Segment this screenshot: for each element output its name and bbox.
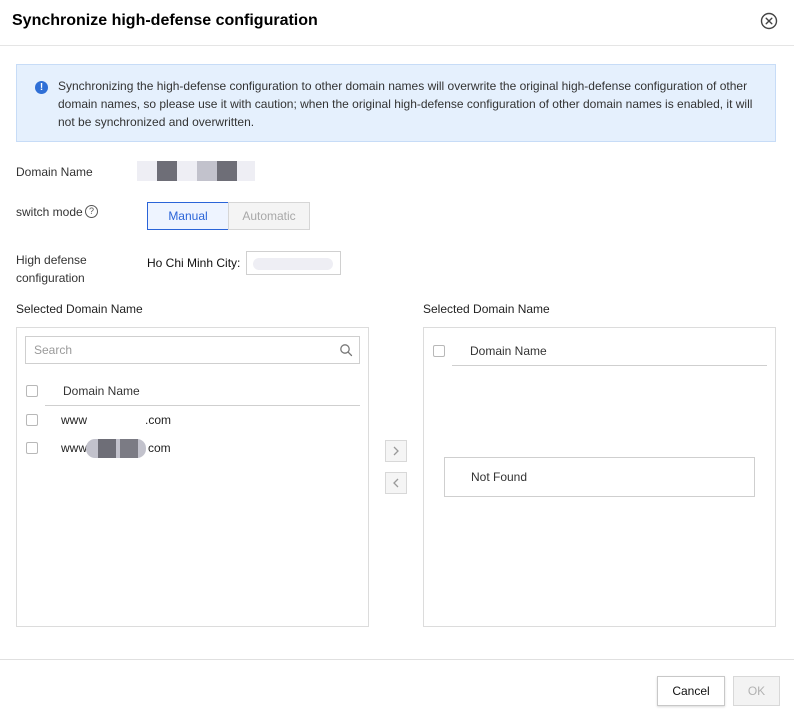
right-column-header: Domain Name bbox=[470, 344, 547, 358]
move-left-button[interactable] bbox=[385, 472, 407, 494]
question-circle-icon[interactable]: ? bbox=[85, 205, 98, 218]
domain-suffix: com bbox=[148, 441, 171, 455]
city-config-select[interactable] bbox=[246, 251, 341, 275]
high-defense-label-line1: High defense bbox=[16, 253, 87, 267]
row-checkbox[interactable] bbox=[26, 414, 38, 426]
left-column-header: Domain Name bbox=[63, 384, 140, 398]
domain-prefix: www bbox=[61, 413, 87, 427]
domain-value-redacted bbox=[86, 439, 146, 458]
chevron-right-icon bbox=[393, 446, 399, 456]
left-panel-title: Selected Domain Name bbox=[16, 302, 143, 316]
domain-name-label: Domain Name bbox=[16, 165, 93, 179]
dialog-title: Synchronize high-defense configuration bbox=[12, 12, 318, 29]
right-header-divider bbox=[452, 365, 767, 366]
mode-automatic-button[interactable]: Automatic bbox=[228, 202, 310, 230]
ok-button[interactable]: OK bbox=[733, 676, 780, 706]
city-label: Ho Chi Minh City: bbox=[147, 256, 241, 270]
mode-manual-button[interactable]: Manual bbox=[147, 202, 229, 230]
row-checkbox[interactable] bbox=[26, 442, 38, 454]
domain-prefix: www bbox=[61, 441, 87, 455]
footer-divider bbox=[0, 659, 794, 660]
move-right-button[interactable] bbox=[385, 440, 407, 462]
empty-state: Not Found bbox=[444, 457, 755, 497]
domain-name-value-redacted bbox=[137, 161, 257, 181]
switch-mode-label: switch mode bbox=[16, 205, 83, 219]
chevron-left-icon bbox=[393, 478, 399, 488]
search-box[interactable] bbox=[25, 336, 360, 364]
left-header-divider bbox=[45, 405, 360, 406]
select-all-checkbox-left[interactable] bbox=[26, 385, 38, 397]
notice-banner: ! Synchronizing the high-defense configu… bbox=[16, 64, 776, 142]
search-icon[interactable] bbox=[339, 343, 353, 357]
cancel-button[interactable]: Cancel bbox=[657, 676, 725, 706]
notice-text: Synchronizing the high-defense configura… bbox=[58, 79, 753, 129]
select-all-checkbox-right[interactable] bbox=[433, 345, 445, 357]
right-panel-title: Selected Domain Name bbox=[423, 302, 550, 316]
search-input[interactable] bbox=[34, 337, 324, 363]
empty-state-text: Not Found bbox=[471, 470, 528, 484]
info-icon: ! bbox=[35, 81, 48, 94]
high-defense-label-line2: configuration bbox=[16, 271, 85, 285]
close-icon[interactable] bbox=[760, 12, 778, 30]
left-transfer-panel bbox=[16, 327, 369, 627]
domain-suffix: .com bbox=[145, 413, 172, 427]
